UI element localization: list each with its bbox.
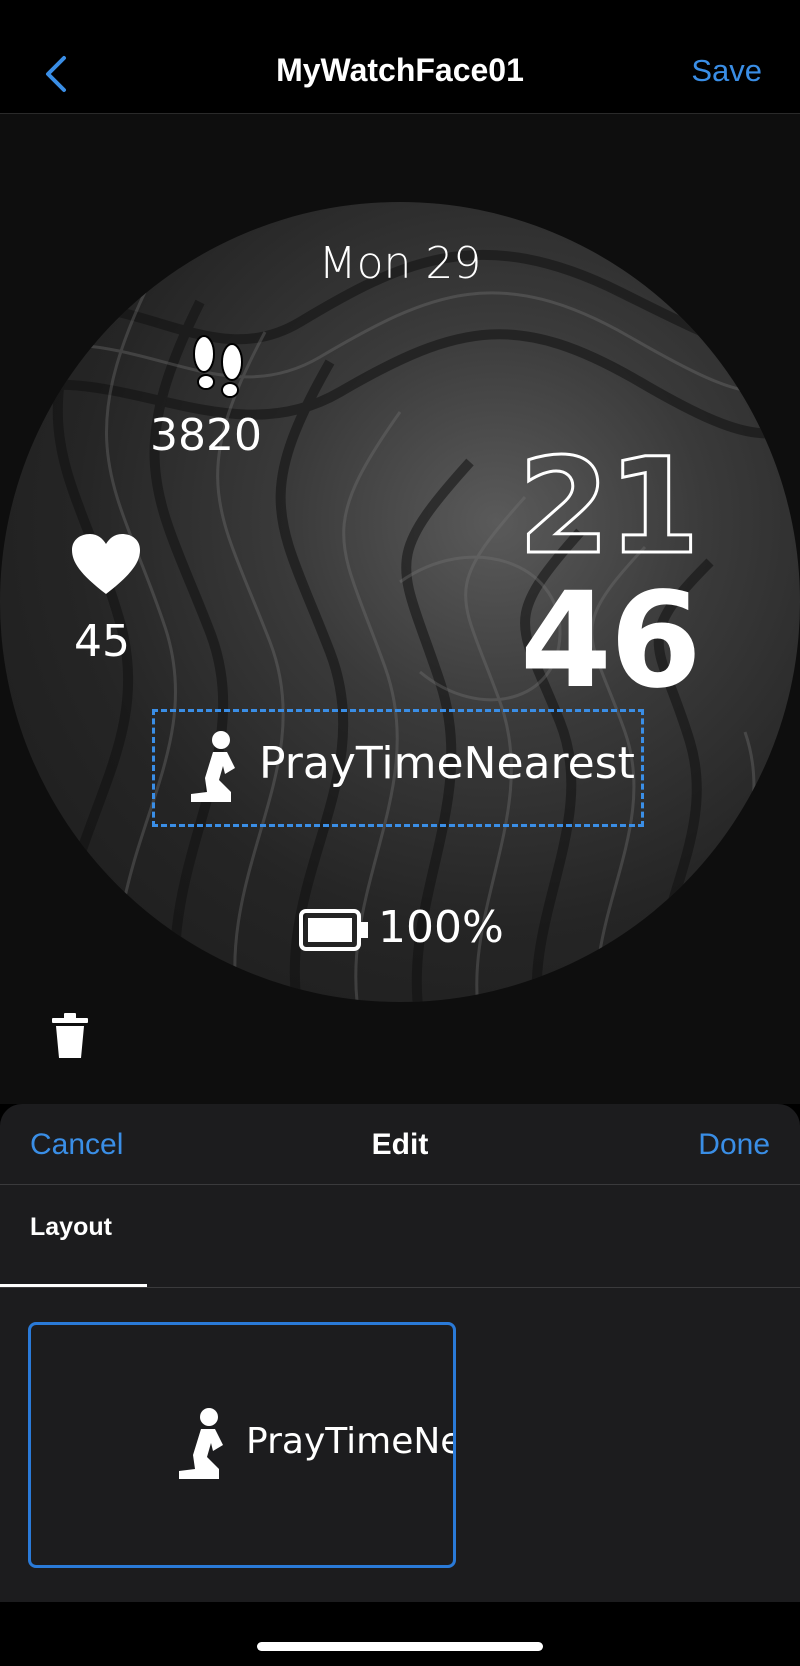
page-title: MyWatchFace01 — [276, 52, 524, 88]
praying-person-icon — [179, 1408, 223, 1479]
selected-complication-pray-time[interactable]: PrayTimeNearest — [152, 709, 644, 827]
pray-time-label: PrayTimeNearest — [259, 738, 635, 789]
footsteps-icon — [193, 335, 243, 398]
heart-icon — [72, 534, 140, 594]
edit-sheet: Cancel Edit Done Layout PrayTimeNe — [0, 1104, 800, 1602]
watch-face-canvas: Mon 29 3820 45 21 46 PrayTimeNearest 100… — [0, 114, 800, 1104]
date-display: Mon 29 — [318, 238, 482, 289]
minute-display: 46 — [520, 564, 702, 718]
praying-person-icon — [191, 731, 235, 802]
hour-display: 21 — [517, 429, 702, 586]
tab-layout[interactable]: Layout — [30, 1213, 112, 1242]
battery-level: 100% — [378, 902, 504, 953]
battery-icon — [299, 909, 368, 951]
sheet-header: Cancel Edit Done — [0, 1104, 800, 1185]
tab-bar: Layout — [0, 1185, 800, 1288]
active-tab-indicator — [0, 1284, 147, 1287]
trash-icon[interactable] — [50, 1012, 90, 1060]
done-button[interactable]: Done — [698, 1128, 770, 1162]
watch-face-preview: Mon 29 3820 45 21 46 PrayTimeNearest 100… — [0, 202, 800, 1002]
sheet-title: Edit — [371, 1128, 429, 1161]
save-button[interactable]: Save — [691, 53, 762, 89]
layout-option-label: PrayTimeNe — [246, 1421, 456, 1462]
layout-option-selected[interactable]: PrayTimeNe — [28, 1322, 456, 1568]
heart-rate-value: 45 — [74, 616, 130, 667]
top-navigation-bar: MyWatchFace01 Save — [0, 0, 800, 114]
steps-count: 3820 — [150, 410, 262, 461]
home-indicator — [257, 1642, 543, 1651]
